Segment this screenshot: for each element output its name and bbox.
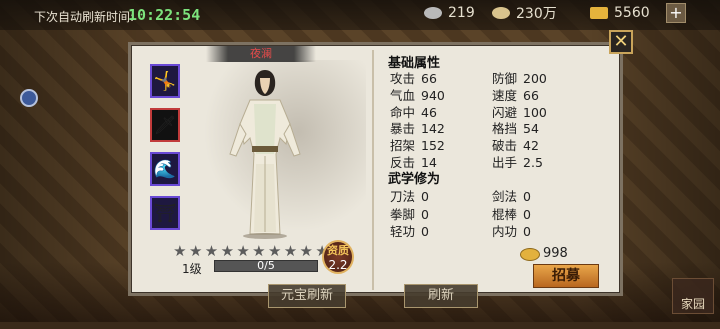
gold-ingot-icon bbox=[590, 7, 608, 19]
ingot-refresh-button[interactable]: 元宝刷新 bbox=[268, 284, 346, 308]
stat-value: 42 bbox=[523, 138, 539, 154]
skill-slot-1[interactable]: 🤸 bbox=[150, 64, 180, 98]
stat-value: 54 bbox=[523, 121, 539, 137]
star-icon: ★ bbox=[267, 242, 282, 260]
stat-value: 0 bbox=[421, 189, 429, 204]
stat-label: 闪避 bbox=[492, 104, 518, 120]
top-bar: 下次自动刷新时间: 10:22:54 219 230万 5560 + bbox=[0, 0, 720, 30]
add-gold-button[interactable]: + bbox=[666, 3, 686, 23]
stat-value: 46 bbox=[421, 104, 437, 120]
stat-value: 940 bbox=[421, 87, 445, 103]
stat-label: 防御 bbox=[492, 71, 518, 86]
side-menu-button[interactable] bbox=[20, 89, 38, 107]
star-icon: ★ bbox=[283, 242, 298, 260]
recruit-button[interactable]: 招募 bbox=[533, 264, 599, 288]
stat-label: 破击 bbox=[492, 138, 518, 154]
stat-label: 刀法 bbox=[390, 189, 416, 204]
family-button[interactable]: 家园 bbox=[672, 278, 714, 314]
wave-skill-icon: 🌊 bbox=[153, 158, 177, 180]
close-button[interactable]: ✕ bbox=[609, 30, 633, 54]
stat-label: 出手 bbox=[492, 155, 518, 170]
stat-label: 轻功 bbox=[390, 224, 416, 239]
stat-value: 100 bbox=[523, 104, 547, 120]
stat-martial_stats-3: 棍棒 0 bbox=[492, 204, 531, 223]
silver-resource: 219 bbox=[424, 4, 475, 22]
panel-divider bbox=[372, 50, 374, 290]
stat-value: 0 bbox=[421, 224, 429, 239]
exp-bar: 0/5 bbox=[214, 259, 318, 272]
star-icon: ★ bbox=[220, 242, 235, 260]
stat-label: 招架 bbox=[390, 138, 416, 154]
swordsman-skill-icon: 🗡 bbox=[153, 114, 177, 136]
stat-martial_stats-5: 内功 0 bbox=[492, 221, 531, 240]
stat-value: 66 bbox=[523, 87, 539, 103]
silver-value: 219 bbox=[448, 5, 475, 21]
stat-label: 速度 bbox=[492, 87, 518, 103]
coins-icon bbox=[492, 7, 510, 19]
stat-value: 152 bbox=[421, 138, 445, 154]
stat-martial_stats-0: 刀法 0 bbox=[390, 186, 429, 205]
stat-value: 0 bbox=[523, 224, 531, 239]
stat-value: 0 bbox=[523, 206, 531, 222]
exp-text: 0/5 bbox=[257, 259, 275, 272]
refresh-button[interactable]: 刷新 bbox=[404, 284, 478, 308]
recruit-cost: 998 bbox=[543, 246, 568, 261]
skill-slot-2[interactable]: 🗡 bbox=[150, 108, 180, 142]
star-icon: ★ bbox=[252, 242, 266, 260]
star-rating: ★★★★★★★★★★ bbox=[172, 243, 330, 259]
skill-slot-3[interactable]: 🌊 bbox=[150, 152, 180, 186]
stat-value: 142 bbox=[421, 121, 445, 137]
stat-label: 攻击 bbox=[390, 71, 416, 86]
stat-label: 内功 bbox=[492, 224, 518, 239]
stat-value: 2.5 bbox=[523, 155, 543, 170]
star-icon: ★ bbox=[173, 242, 187, 260]
stat-value: 200 bbox=[523, 71, 547, 86]
star-icon: ★ bbox=[188, 242, 203, 260]
stat-label: 拳脚 bbox=[390, 206, 416, 222]
stat-martial_stats-2: 拳脚 0 bbox=[390, 204, 429, 223]
character-name: 夜澜 bbox=[206, 46, 316, 62]
gold-resource: 5560 bbox=[590, 4, 650, 22]
star-icon: ★ bbox=[299, 242, 313, 260]
coins-resource: 230万 bbox=[492, 4, 557, 22]
character-level: 1级 bbox=[182, 262, 202, 276]
aptitude-label: 资质 bbox=[327, 244, 349, 257]
stat-label: 棍棒 bbox=[492, 206, 518, 222]
stat-label: 命中 bbox=[390, 104, 416, 120]
refresh-label: 下次自动刷新时间: bbox=[34, 10, 135, 24]
stat-martial_stats-4: 轻功 0 bbox=[390, 221, 429, 240]
palace-skill-icon: ⛩ bbox=[153, 202, 177, 224]
stat-label: 格挡 bbox=[492, 121, 518, 137]
skill-slot-4[interactable]: ⛩ bbox=[150, 196, 180, 230]
gold-value: 5560 bbox=[614, 5, 650, 21]
stat-value: 0 bbox=[523, 189, 531, 204]
aptitude-value: 2.2 bbox=[328, 258, 348, 272]
stat-value: 0 bbox=[421, 206, 429, 222]
character-portrait bbox=[229, 70, 301, 239]
stat-martial_stats-1: 剑法 0 bbox=[492, 186, 531, 205]
star-icon: ★ bbox=[204, 242, 219, 260]
stat-basic_stats-11: 出手 2.5 bbox=[492, 152, 543, 171]
stat-label: 暴击 bbox=[390, 121, 416, 137]
stat-value: 66 bbox=[421, 71, 437, 86]
gold-ingot-icon bbox=[520, 248, 540, 261]
refresh-countdown: 10:22:54 bbox=[128, 6, 201, 24]
star-icon: ★ bbox=[236, 242, 250, 260]
silver-icon bbox=[424, 7, 442, 19]
coins-value: 230万 bbox=[516, 6, 557, 22]
dancer-skill-icon: 🤸 bbox=[153, 70, 177, 92]
stat-label: 剑法 bbox=[492, 189, 518, 204]
martial-stats-title: 武学修为 bbox=[388, 172, 441, 187]
stat-label: 气血 bbox=[390, 87, 416, 103]
